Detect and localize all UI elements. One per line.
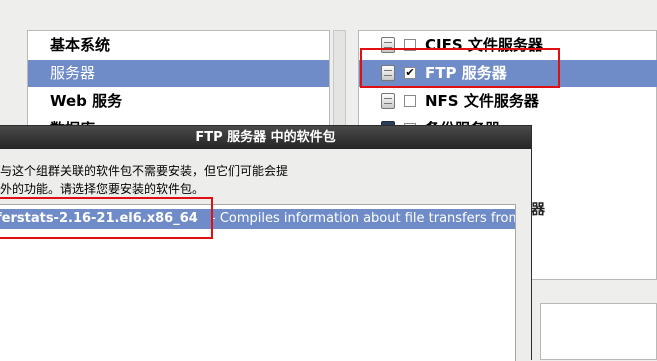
package-icon [381,93,395,109]
dialog-description: 与这个组群关联的软件包不需要安装，但它们可能会提 外的功能。请选择您要安装的软件… [0,162,520,198]
highlight-box-ftp-group [360,48,560,88]
group-description-pane [540,303,657,360]
dialog-description-line-2: 外的功能。请选择您要安装的软件包。 [0,182,205,196]
dialog-edge [516,204,531,361]
category-item-base-system[interactable]: 基本系统 [28,32,329,59]
category-item-web-services[interactable]: Web 服务 [28,88,329,115]
package-summary: - Compiles information about file transf… [211,209,516,229]
dialog-description-line-1: 与这个组群关联的软件包不需要安装，但它们可能会提 [0,164,289,178]
highlight-box-package-name [0,197,213,239]
background-group-label-fragment: 器 [531,202,545,218]
category-item-servers[interactable]: 服务器 [28,60,329,87]
group-label-nfs: NFS 文件服务器 [425,92,539,110]
dialog-title: FTP 服务器 中的软件包 [0,126,531,149]
package-dialog: FTP 服务器 中的软件包 与这个组群关联的软件包不需要安装，但它们可能会提 外… [0,125,532,361]
package-summary-text: Compiles information about file transfer… [219,211,516,226]
group-checkbox-nfs[interactable] [404,95,416,107]
group-item-nfs[interactable]: NFS 文件服务器 [359,88,657,115]
